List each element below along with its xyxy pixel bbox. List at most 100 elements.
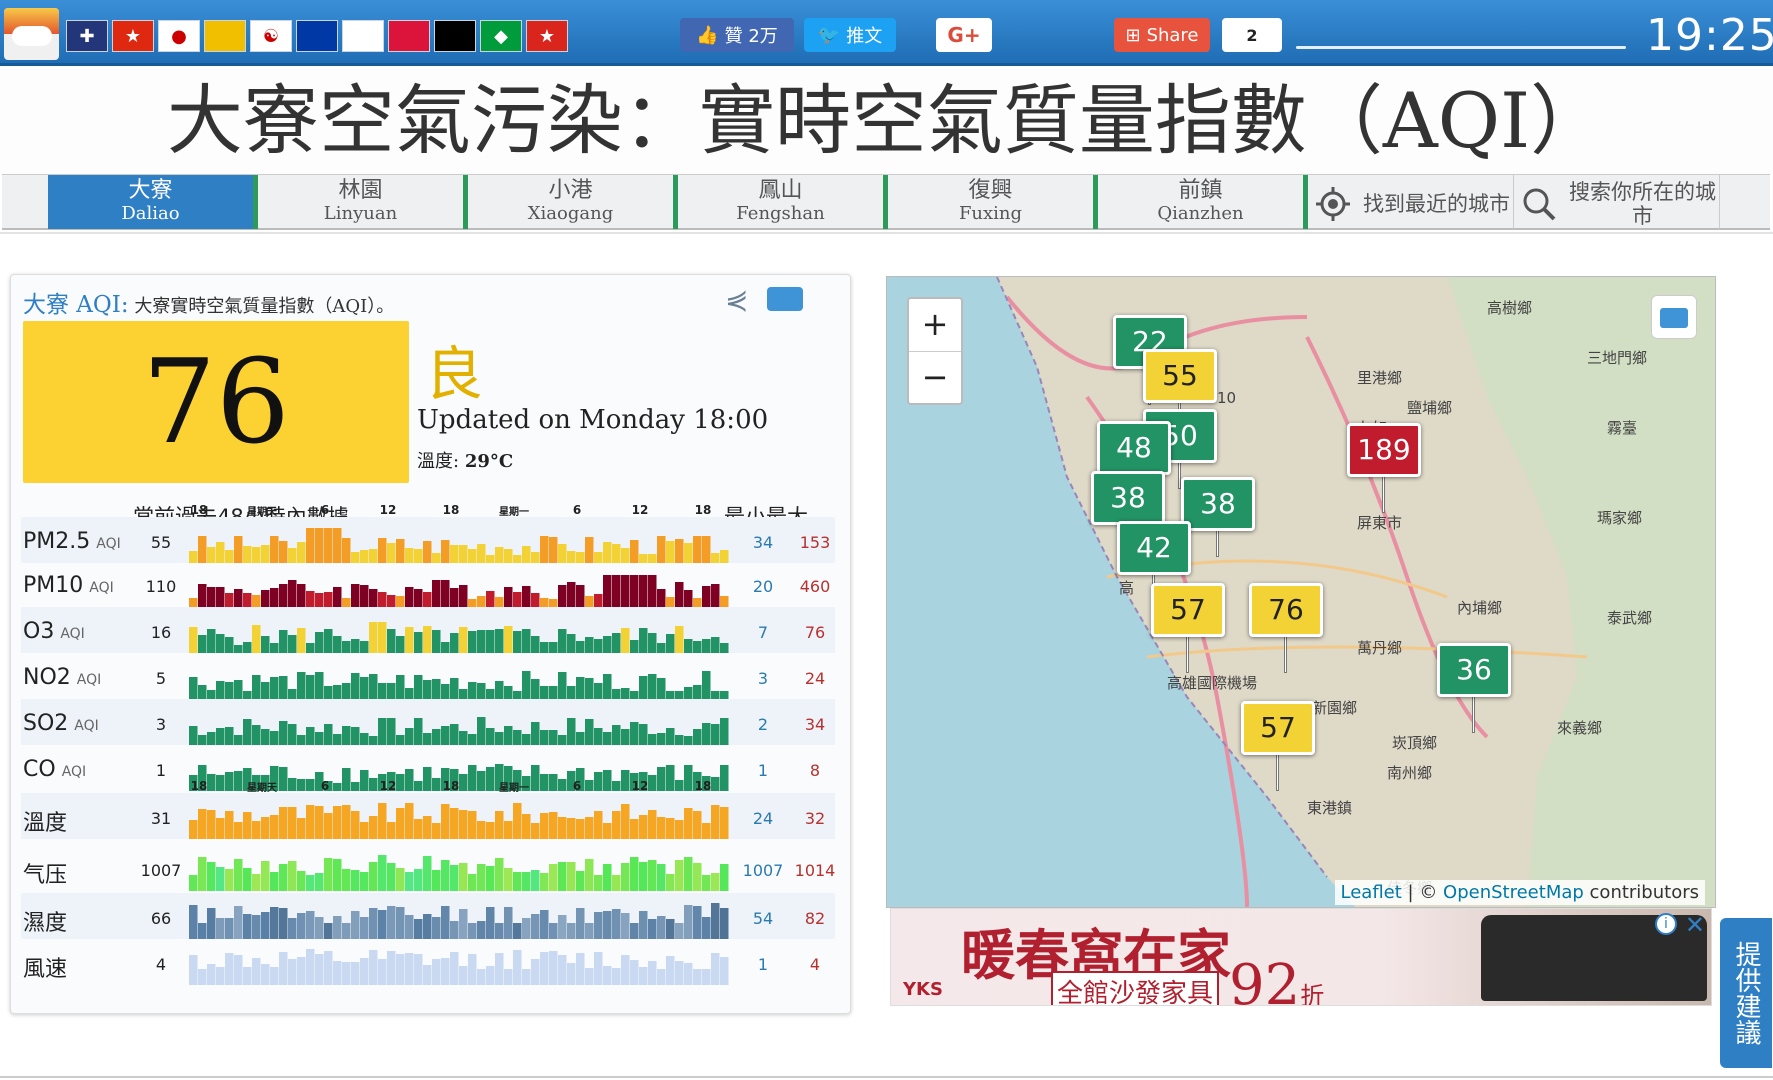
top-bar: ✚ ★ ● ☯ ◆ ★ 👍 贊 2万 🐦 推文 G+ ⊞ Share 2 19:25: [0, 0, 1773, 66]
sparkline-bar: [594, 952, 603, 985]
sparkline-bar: [216, 542, 225, 563]
sparkline-bar: [495, 732, 504, 745]
japan-flag[interactable]: ●: [158, 20, 200, 52]
germany-flag[interactable]: [434, 20, 476, 52]
osm-link[interactable]: OpenStreetMap: [1443, 882, 1584, 903]
sparkline-bar: [639, 862, 648, 891]
google-plus-button[interactable]: G+: [936, 18, 992, 52]
search-city-tab[interactable]: 搜索你所在的城市: [1514, 175, 1720, 229]
metric-current: 31: [150, 809, 172, 828]
map-place-label: 來義鄉: [1557, 719, 1603, 737]
brazil-flag[interactable]: ◆: [480, 20, 522, 52]
vietnam-flag[interactable]: ★: [526, 20, 568, 52]
site-logo[interactable]: [4, 8, 59, 60]
aqi-map-marker[interactable]: 57: [1241, 701, 1315, 755]
sparkline-bar: [414, 632, 423, 653]
sparkline-bar: [198, 857, 207, 891]
leaflet-link[interactable]: Leaflet: [1341, 882, 1402, 903]
aqi-map-marker[interactable]: 38: [1181, 477, 1255, 531]
sparkline-bar: [540, 910, 549, 939]
sparkline-bar: [621, 804, 630, 839]
sparkline-bar: [540, 642, 549, 653]
feedback-button[interactable]: 提供建議: [1720, 918, 1772, 1068]
sparkline-bar: [378, 718, 387, 745]
sparkline-bar: [252, 915, 261, 939]
time-tick: 星期天: [247, 783, 277, 794]
sparkline-bar: [360, 585, 369, 607]
tab-daliao[interactable]: 大寮 Daliao: [48, 175, 258, 229]
tweet-button[interactable]: 🐦 推文: [804, 18, 896, 52]
sparkline-bar: [369, 816, 378, 839]
sparkline-bar: [657, 678, 666, 699]
sparkline-bar: [315, 672, 324, 699]
sparkline-bar: [279, 676, 288, 699]
ad-close-icon[interactable]: ✕: [1685, 911, 1705, 939]
zoom-in-button[interactable]: +: [909, 299, 961, 351]
sparkline-bar: [189, 627, 198, 653]
sparkline-bar: [216, 918, 225, 939]
spain-flag[interactable]: [204, 20, 246, 52]
map-window-icon[interactable]: [1651, 295, 1697, 339]
zoom-out-button[interactable]: −: [909, 351, 961, 403]
aqi-map-marker[interactable]: 76: [1249, 583, 1323, 637]
aqi-map-marker[interactable]: 55: [1143, 349, 1217, 403]
tab-linyuan[interactable]: 林園 Linyuan: [258, 175, 468, 229]
sparkline-bar: [612, 968, 621, 985]
korea-flag[interactable]: ☯: [250, 20, 292, 52]
sparkline-bar: [252, 821, 261, 839]
aqi-map[interactable]: 高樹鄉三地門鄉里港鄉鹽埔鄉霧臺九如屏東市瑪家鄉內埔鄉泰武鄉萬丹鄉高雄國際機場新園…: [886, 276, 1716, 908]
time-slider[interactable]: [1296, 46, 1626, 49]
tab-label-en: Fuxing: [958, 203, 1023, 224]
tab-label-cn: 大寮: [128, 178, 173, 203]
map-place-label: 高雄國際機場: [1167, 674, 1258, 692]
sparkline-bar: [504, 626, 513, 653]
sparkline-bar: [252, 874, 261, 891]
sparkline-bar: [675, 582, 684, 607]
sparkline-bar: [234, 589, 243, 607]
tab-label-cn: 前鎮: [1178, 178, 1223, 203]
share-button[interactable]: ⊞ Share: [1114, 18, 1210, 52]
facebook-like-button[interactable]: 👍 贊 2万: [680, 18, 794, 52]
russia-flag[interactable]: [296, 20, 338, 52]
sparkline-bar: [585, 859, 594, 891]
tab-fengshan[interactable]: 鳳山 Fengshan: [678, 175, 888, 229]
nearest-city-tab[interactable]: 找到最近的城市: [1308, 175, 1514, 229]
share-icon[interactable]: ⋞: [725, 283, 748, 316]
aqi-map-marker[interactable]: 42: [1117, 521, 1191, 575]
aqi-map-marker[interactable]: 48: [1097, 421, 1171, 475]
uk-flag[interactable]: ✚: [66, 20, 108, 52]
sparkline-bar: [612, 811, 621, 839]
aqi-map-marker[interactable]: 57: [1151, 583, 1225, 637]
sparkline-bar: [234, 735, 243, 745]
sparkline-bar: [306, 911, 315, 939]
sparkline-bar: [342, 598, 351, 607]
sparkline-bar: [531, 636, 540, 653]
sparkline-bar: [657, 864, 666, 891]
sparkline-bar: [441, 906, 450, 939]
sparkline-bar: [702, 917, 711, 939]
aqi-map-marker[interactable]: 36: [1437, 643, 1511, 697]
tab-xiaogang[interactable]: 小港 Xiaogang: [468, 175, 678, 229]
tab-fuxing[interactable]: 復興 Fuxing: [888, 175, 1098, 229]
sparkline-bar: [279, 541, 288, 563]
sparkline-bar: [396, 675, 405, 699]
aqi-panel: 大寮 AQI: 大寮實時空氣質量指數（AQI）。 ⋞ 76 良 Updated …: [10, 274, 851, 1014]
aqi-map-marker[interactable]: 38: [1091, 471, 1165, 525]
china-flag[interactable]: ★: [112, 20, 154, 52]
panel-city-label: 大寮 AQI:: [23, 292, 129, 318]
tab-qianzhen[interactable]: 前鎮 Qianzhen: [1098, 175, 1308, 229]
sparkline-bar: [297, 542, 306, 563]
advertisement-banner[interactable]: 暖春窩在家 全館沙發家具 92折 YKS i ✕: [890, 908, 1712, 1006]
sparkline-bar: [351, 584, 360, 607]
sparkline-bar: [315, 593, 324, 607]
time-tick: 18: [694, 779, 712, 793]
aqi-map-marker[interactable]: 189: [1347, 423, 1421, 477]
window-icon[interactable]: [767, 287, 803, 311]
sparkline-bar: [630, 923, 639, 939]
sparkline-bar: [261, 590, 270, 607]
poland-flag[interactable]: [388, 20, 430, 52]
ad-info-icon[interactable]: i: [1655, 913, 1677, 935]
sparkline-bar: [279, 721, 288, 745]
sparkline-bar: [603, 911, 612, 939]
france-flag[interactable]: [342, 20, 384, 52]
